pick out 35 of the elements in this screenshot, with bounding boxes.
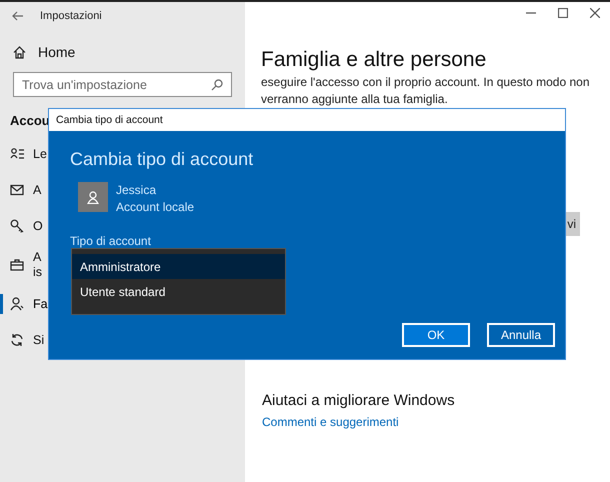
sync-icon (10, 333, 24, 347)
cancel-button[interactable]: Annulla (487, 323, 555, 347)
dialog-heading: Cambia tipo di account (69, 148, 254, 170)
page-heading: Famiglia e altre persone (260, 47, 488, 72)
description-text: eseguire l'accesso con il proprio account. In questo modo non verranno aggiunte alla tua famiglia. (261, 74, 590, 108)
section-heading: Accou (9, 112, 50, 128)
nav-label[interactable]: A (33, 182, 42, 198)
mail-icon (10, 183, 24, 197)
briefcase-icon (10, 258, 24, 272)
ok-button[interactable]: OK (402, 323, 470, 347)
section-heading: Aiutaci a migliorare Windows (262, 392, 455, 409)
close-icon[interactable] (590, 8, 600, 18)
account-type: Account locale (116, 199, 194, 216)
dialog-title: Cambia tipo di account (49, 109, 565, 131)
nav-label[interactable]: Fa (33, 296, 48, 312)
feedback-link[interactable]: Commenti e suggerimenti (262, 415, 399, 429)
search-icon (211, 78, 223, 90)
home-item[interactable]: Home (0, 30, 245, 60)
user-name: Jessica (116, 182, 158, 199)
dropdown-option[interactable]: Utente standard (72, 279, 285, 304)
nav-label[interactable]: A is (33, 250, 42, 280)
list-icon (10, 147, 24, 161)
back-arrow-icon[interactable] (12, 11, 24, 21)
person-icon (87, 190, 99, 204)
field-label: Tipo di account (69, 233, 152, 248)
nav-label[interactable]: Si (33, 332, 44, 348)
home-icon (13, 46, 26, 58)
window-title: Impostazioni (40, 10, 102, 22)
search-field[interactable]: Trova un'impostazione (13, 72, 232, 97)
dropdown-option[interactable]: Amministratore (72, 254, 285, 279)
person-icon (10, 297, 24, 311)
nav-label[interactable]: O (33, 218, 43, 234)
maximize-icon[interactable] (558, 8, 568, 18)
nav-label[interactable]: Le (33, 146, 47, 162)
key-icon (10, 219, 24, 233)
